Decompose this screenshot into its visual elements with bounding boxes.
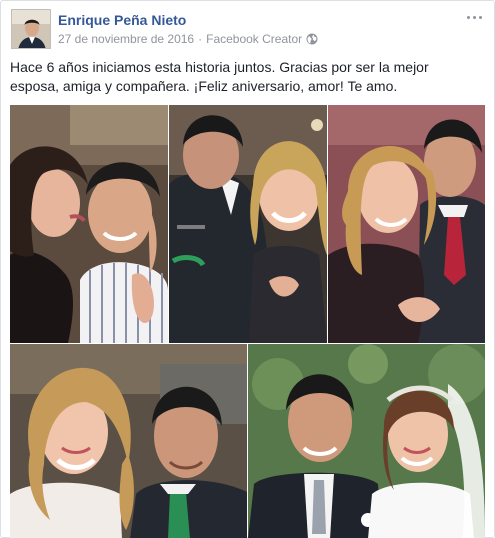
photo-couple-smiling[interactable] xyxy=(10,344,247,538)
more-options-icon[interactable] xyxy=(464,9,484,25)
photo-couple-laughing[interactable] xyxy=(169,105,327,343)
more-dot xyxy=(466,15,470,19)
more-dot xyxy=(478,15,482,19)
photo-couple-kiss-temple[interactable] xyxy=(328,105,485,343)
avatar-image xyxy=(12,10,50,48)
photo-collage xyxy=(10,105,485,538)
globe-icon[interactable] xyxy=(306,33,318,45)
post-meta: 27 de noviembre de 2016 · Facebook Creat… xyxy=(58,32,318,46)
more-dot xyxy=(472,15,476,19)
post-header: Enrique Peña Nieto 27 de noviembre de 20… xyxy=(9,7,486,51)
photo-couple-wedding[interactable] xyxy=(248,344,485,538)
facebook-post: Enrique Peña Nieto 27 de noviembre de 20… xyxy=(0,0,495,538)
post-text: Hace 6 años iniciamos esta historia junt… xyxy=(10,59,429,94)
post-date[interactable]: 27 de noviembre de 2016 xyxy=(58,32,194,46)
photo-couple-kiss-cheek[interactable] xyxy=(10,105,168,343)
author-name[interactable]: Enrique Peña Nieto xyxy=(58,12,186,28)
post-source[interactable]: Facebook Creator xyxy=(206,32,302,46)
avatar[interactable] xyxy=(11,9,51,49)
meta-separator: · xyxy=(198,32,203,46)
